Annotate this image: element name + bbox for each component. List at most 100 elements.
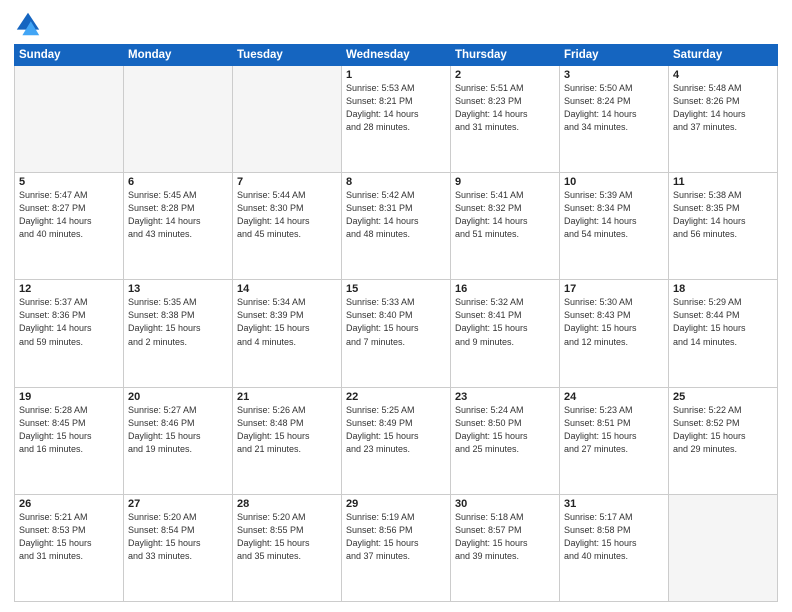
calendar-cell xyxy=(15,66,124,173)
day-number: 15 xyxy=(346,283,446,295)
day-info: Sunrise: 5:48 AM Sunset: 8:26 PM Dayligh… xyxy=(673,82,773,134)
calendar-cell: 25Sunrise: 5:22 AM Sunset: 8:52 PM Dayli… xyxy=(669,387,778,494)
day-number: 18 xyxy=(673,283,773,295)
calendar-cell: 27Sunrise: 5:20 AM Sunset: 8:54 PM Dayli… xyxy=(124,494,233,601)
day-info: Sunrise: 5:33 AM Sunset: 8:40 PM Dayligh… xyxy=(346,296,446,348)
calendar-cell: 7Sunrise: 5:44 AM Sunset: 8:30 PM Daylig… xyxy=(233,173,342,280)
day-number: 21 xyxy=(237,391,337,403)
calendar-cell xyxy=(233,66,342,173)
day-number: 23 xyxy=(455,391,555,403)
day-number: 2 xyxy=(455,69,555,81)
day-number: 7 xyxy=(237,176,337,188)
day-info: Sunrise: 5:53 AM Sunset: 8:21 PM Dayligh… xyxy=(346,82,446,134)
logo xyxy=(14,10,46,38)
day-number: 26 xyxy=(19,498,119,510)
day-number: 19 xyxy=(19,391,119,403)
day-info: Sunrise: 5:38 AM Sunset: 8:35 PM Dayligh… xyxy=(673,189,773,241)
day-number: 28 xyxy=(237,498,337,510)
day-number: 1 xyxy=(346,69,446,81)
day-info: Sunrise: 5:42 AM Sunset: 8:31 PM Dayligh… xyxy=(346,189,446,241)
day-number: 12 xyxy=(19,283,119,295)
day-number: 3 xyxy=(564,69,664,81)
calendar-weekday-wednesday: Wednesday xyxy=(342,45,451,66)
calendar-cell: 29Sunrise: 5:19 AM Sunset: 8:56 PM Dayli… xyxy=(342,494,451,601)
day-number: 5 xyxy=(19,176,119,188)
calendar-table: SundayMondayTuesdayWednesdayThursdayFrid… xyxy=(14,44,778,602)
calendar-cell: 24Sunrise: 5:23 AM Sunset: 8:51 PM Dayli… xyxy=(560,387,669,494)
day-info: Sunrise: 5:17 AM Sunset: 8:58 PM Dayligh… xyxy=(564,511,664,563)
calendar-cell: 19Sunrise: 5:28 AM Sunset: 8:45 PM Dayli… xyxy=(15,387,124,494)
day-number: 13 xyxy=(128,283,228,295)
calendar-weekday-sunday: Sunday xyxy=(15,45,124,66)
calendar-cell: 17Sunrise: 5:30 AM Sunset: 8:43 PM Dayli… xyxy=(560,280,669,387)
calendar-cell: 6Sunrise: 5:45 AM Sunset: 8:28 PM Daylig… xyxy=(124,173,233,280)
day-info: Sunrise: 5:21 AM Sunset: 8:53 PM Dayligh… xyxy=(19,511,119,563)
calendar-week-row-5: 26Sunrise: 5:21 AM Sunset: 8:53 PM Dayli… xyxy=(15,494,778,601)
calendar-cell: 9Sunrise: 5:41 AM Sunset: 8:32 PM Daylig… xyxy=(451,173,560,280)
calendar-cell: 16Sunrise: 5:32 AM Sunset: 8:41 PM Dayli… xyxy=(451,280,560,387)
page: SundayMondayTuesdayWednesdayThursdayFrid… xyxy=(0,0,792,612)
day-info: Sunrise: 5:25 AM Sunset: 8:49 PM Dayligh… xyxy=(346,404,446,456)
day-info: Sunrise: 5:44 AM Sunset: 8:30 PM Dayligh… xyxy=(237,189,337,241)
calendar-cell: 12Sunrise: 5:37 AM Sunset: 8:36 PM Dayli… xyxy=(15,280,124,387)
calendar-cell: 4Sunrise: 5:48 AM Sunset: 8:26 PM Daylig… xyxy=(669,66,778,173)
day-info: Sunrise: 5:34 AM Sunset: 8:39 PM Dayligh… xyxy=(237,296,337,348)
calendar-cell: 13Sunrise: 5:35 AM Sunset: 8:38 PM Dayli… xyxy=(124,280,233,387)
day-number: 24 xyxy=(564,391,664,403)
day-number: 6 xyxy=(128,176,228,188)
day-number: 31 xyxy=(564,498,664,510)
calendar-cell: 20Sunrise: 5:27 AM Sunset: 8:46 PM Dayli… xyxy=(124,387,233,494)
day-info: Sunrise: 5:45 AM Sunset: 8:28 PM Dayligh… xyxy=(128,189,228,241)
calendar-cell: 21Sunrise: 5:26 AM Sunset: 8:48 PM Dayli… xyxy=(233,387,342,494)
day-info: Sunrise: 5:22 AM Sunset: 8:52 PM Dayligh… xyxy=(673,404,773,456)
calendar-header-row: SundayMondayTuesdayWednesdayThursdayFrid… xyxy=(15,45,778,66)
day-info: Sunrise: 5:30 AM Sunset: 8:43 PM Dayligh… xyxy=(564,296,664,348)
calendar-cell: 3Sunrise: 5:50 AM Sunset: 8:24 PM Daylig… xyxy=(560,66,669,173)
day-number: 30 xyxy=(455,498,555,510)
logo-icon xyxy=(14,10,42,38)
calendar-week-row-2: 5Sunrise: 5:47 AM Sunset: 8:27 PM Daylig… xyxy=(15,173,778,280)
day-number: 11 xyxy=(673,176,773,188)
day-info: Sunrise: 5:51 AM Sunset: 8:23 PM Dayligh… xyxy=(455,82,555,134)
calendar-weekday-tuesday: Tuesday xyxy=(233,45,342,66)
calendar-cell: 11Sunrise: 5:38 AM Sunset: 8:35 PM Dayli… xyxy=(669,173,778,280)
calendar-cell: 1Sunrise: 5:53 AM Sunset: 8:21 PM Daylig… xyxy=(342,66,451,173)
day-info: Sunrise: 5:26 AM Sunset: 8:48 PM Dayligh… xyxy=(237,404,337,456)
day-number: 22 xyxy=(346,391,446,403)
day-number: 25 xyxy=(673,391,773,403)
calendar-cell: 26Sunrise: 5:21 AM Sunset: 8:53 PM Dayli… xyxy=(15,494,124,601)
day-info: Sunrise: 5:41 AM Sunset: 8:32 PM Dayligh… xyxy=(455,189,555,241)
day-info: Sunrise: 5:18 AM Sunset: 8:57 PM Dayligh… xyxy=(455,511,555,563)
calendar-cell: 28Sunrise: 5:20 AM Sunset: 8:55 PM Dayli… xyxy=(233,494,342,601)
calendar-cell: 23Sunrise: 5:24 AM Sunset: 8:50 PM Dayli… xyxy=(451,387,560,494)
calendar-cell: 18Sunrise: 5:29 AM Sunset: 8:44 PM Dayli… xyxy=(669,280,778,387)
day-info: Sunrise: 5:37 AM Sunset: 8:36 PM Dayligh… xyxy=(19,296,119,348)
calendar-weekday-friday: Friday xyxy=(560,45,669,66)
day-info: Sunrise: 5:23 AM Sunset: 8:51 PM Dayligh… xyxy=(564,404,664,456)
day-number: 16 xyxy=(455,283,555,295)
calendar-week-row-1: 1Sunrise: 5:53 AM Sunset: 8:21 PM Daylig… xyxy=(15,66,778,173)
day-info: Sunrise: 5:27 AM Sunset: 8:46 PM Dayligh… xyxy=(128,404,228,456)
day-number: 14 xyxy=(237,283,337,295)
calendar-weekday-monday: Monday xyxy=(124,45,233,66)
calendar-cell: 15Sunrise: 5:33 AM Sunset: 8:40 PM Dayli… xyxy=(342,280,451,387)
calendar-cell: 10Sunrise: 5:39 AM Sunset: 8:34 PM Dayli… xyxy=(560,173,669,280)
day-info: Sunrise: 5:35 AM Sunset: 8:38 PM Dayligh… xyxy=(128,296,228,348)
calendar-cell: 31Sunrise: 5:17 AM Sunset: 8:58 PM Dayli… xyxy=(560,494,669,601)
day-info: Sunrise: 5:28 AM Sunset: 8:45 PM Dayligh… xyxy=(19,404,119,456)
calendar-weekday-saturday: Saturday xyxy=(669,45,778,66)
calendar-cell: 8Sunrise: 5:42 AM Sunset: 8:31 PM Daylig… xyxy=(342,173,451,280)
calendar-cell: 2Sunrise: 5:51 AM Sunset: 8:23 PM Daylig… xyxy=(451,66,560,173)
day-info: Sunrise: 5:29 AM Sunset: 8:44 PM Dayligh… xyxy=(673,296,773,348)
day-info: Sunrise: 5:19 AM Sunset: 8:56 PM Dayligh… xyxy=(346,511,446,563)
calendar-weekday-thursday: Thursday xyxy=(451,45,560,66)
day-info: Sunrise: 5:20 AM Sunset: 8:55 PM Dayligh… xyxy=(237,511,337,563)
day-info: Sunrise: 5:39 AM Sunset: 8:34 PM Dayligh… xyxy=(564,189,664,241)
day-number: 8 xyxy=(346,176,446,188)
calendar-cell: 14Sunrise: 5:34 AM Sunset: 8:39 PM Dayli… xyxy=(233,280,342,387)
calendar-cell: 5Sunrise: 5:47 AM Sunset: 8:27 PM Daylig… xyxy=(15,173,124,280)
day-number: 27 xyxy=(128,498,228,510)
calendar-cell: 30Sunrise: 5:18 AM Sunset: 8:57 PM Dayli… xyxy=(451,494,560,601)
calendar-cell: 22Sunrise: 5:25 AM Sunset: 8:49 PM Dayli… xyxy=(342,387,451,494)
day-number: 29 xyxy=(346,498,446,510)
